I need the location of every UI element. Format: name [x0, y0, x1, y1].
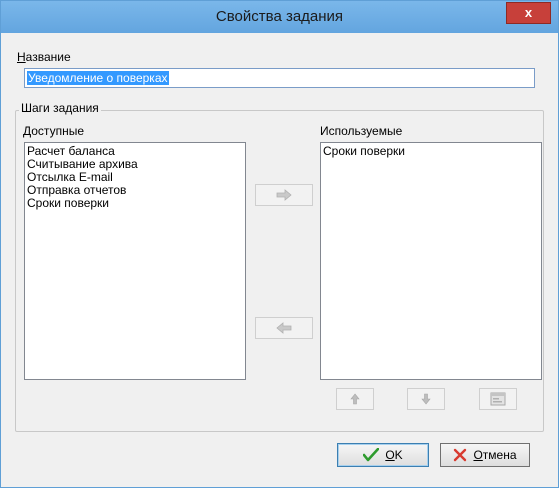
arrow-down-icon	[421, 393, 431, 405]
arrow-right-icon	[276, 189, 292, 201]
steps-group-title: Шаги задания	[19, 101, 101, 115]
remove-step-button[interactable]	[255, 317, 313, 339]
cancel-button-label: Отмена	[473, 448, 517, 462]
arrow-left-icon	[276, 322, 292, 334]
available-label: Доступные	[23, 124, 84, 138]
close-icon: x	[524, 5, 533, 20]
used-list[interactable]: Сроки поверки	[320, 142, 542, 380]
available-list[interactable]: Расчет баланса Считывание архива Отсылка…	[24, 142, 246, 380]
cross-icon	[454, 448, 467, 462]
dialog-body: Название Уведомление о поверках Шаги зад…	[7, 34, 550, 479]
title-bar[interactable]: Свойства задания x	[1, 1, 558, 33]
configure-step-button[interactable]	[479, 388, 517, 410]
used-label: Используемые	[320, 124, 403, 138]
arrow-up-icon	[350, 393, 360, 405]
list-item[interactable]: Сроки поверки	[27, 197, 243, 210]
checkmark-icon	[363, 448, 380, 462]
window-title: Свойства задания	[215, 8, 344, 25]
list-item[interactable]: Сроки поверки	[323, 145, 539, 158]
move-up-button[interactable]	[336, 388, 374, 410]
properties-icon	[490, 392, 506, 406]
add-step-button[interactable]	[255, 184, 313, 206]
close-button[interactable]: x	[506, 2, 551, 24]
name-input-value: Уведомление о поверках	[27, 71, 169, 85]
move-down-button[interactable]	[407, 388, 445, 410]
dialog-window: Свойства задания x Название Уведомление …	[0, 0, 559, 488]
ok-button[interactable]: OK	[337, 443, 429, 467]
name-label: Название	[17, 50, 71, 64]
cancel-button[interactable]: Отмена	[440, 443, 530, 467]
name-input[interactable]: Уведомление о поверках	[24, 68, 535, 88]
ok-button-label: OK	[385, 448, 403, 462]
